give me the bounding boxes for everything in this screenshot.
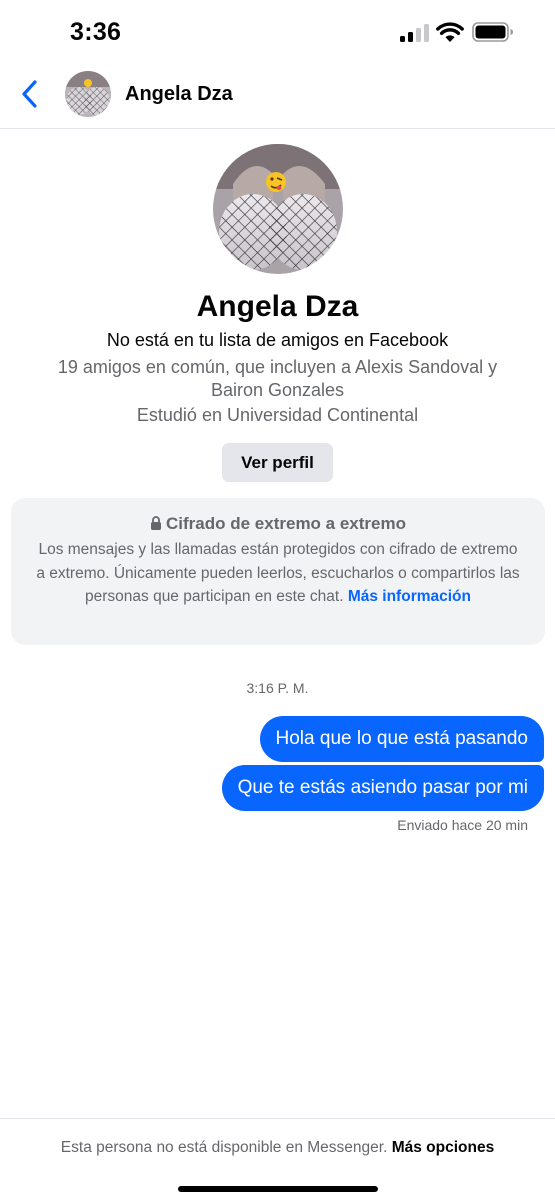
wifi-icon [436, 22, 464, 42]
message-bubble-sent[interactable]: Hola que lo que está pasando [259, 716, 544, 762]
messenger-chat-screen: 3:36 Angela Dza Angela Dza No está en tu… [0, 0, 555, 1200]
chevron-left-icon [22, 80, 37, 108]
message-timestamp: 3:16 P. M. [246, 680, 309, 696]
back-button[interactable] [14, 74, 48, 114]
profile-avatar[interactable] [213, 144, 343, 274]
sent-status-text: Enviado hace 20 min [397, 817, 528, 833]
more-options-link[interactable]: Más opciones [392, 1139, 495, 1156]
friend-status-text: No está en tu lista de amigos en Faceboo… [106, 330, 449, 350]
encryption-title-label: Cifrado de extremo a extremo [166, 514, 406, 533]
education-text: Estudió en Universidad Continental [136, 405, 419, 425]
profile-name: Angela Dza [196, 290, 359, 323]
encryption-body: Los mensajes y las llamadas están proteg… [33, 538, 523, 609]
status-bar: 3:36 [0, 0, 555, 62]
view-profile-button[interactable]: Ver perfil [222, 443, 333, 482]
mutual-friends-text: 19 amigos en común, que incluyen a Alexi… [57, 357, 498, 400]
chat-header: Angela Dza [0, 62, 555, 129]
header-avatar[interactable] [65, 71, 111, 117]
status-time: 3:36 [70, 18, 122, 46]
battery-icon [472, 22, 513, 42]
message-bubble-sent[interactable]: Que te estás asiendo pasar por mi [221, 765, 544, 811]
header-contact-name[interactable]: Angela Dza [125, 83, 233, 106]
lock-icon [151, 516, 162, 530]
home-indicator[interactable] [178, 1186, 378, 1192]
unavailable-text: Esta persona no está disponible en Messe… [60, 1139, 388, 1156]
unavailable-footer: Esta persona no está disponible en Messe… [0, 1118, 555, 1200]
encryption-title: Cifrado de extremo a extremo [11, 514, 545, 534]
unavailable-notice: Esta persona no está disponible en Messe… [0, 1139, 555, 1157]
cellular-signal-icon [400, 24, 430, 42]
more-info-link[interactable]: Más información [348, 588, 471, 605]
encryption-notice-card: Cifrado de extremo a extremo Los mensaje… [11, 498, 545, 645]
